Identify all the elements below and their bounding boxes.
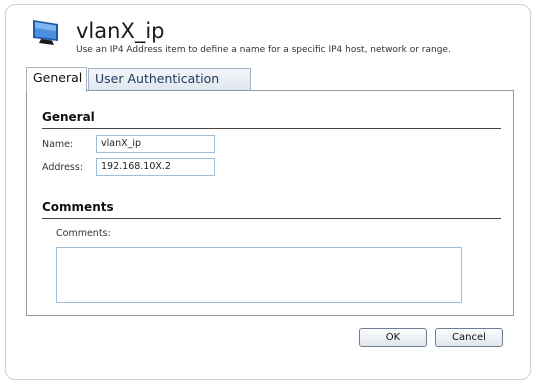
cancel-button[interactable]: Cancel	[435, 328, 503, 347]
comments-textarea[interactable]	[56, 247, 462, 303]
tab-panel: General Name: vlanX_ip Address: 192.168.…	[26, 90, 514, 316]
comments-label: Comments:	[56, 228, 111, 239]
name-field[interactable]: vlanX_ip	[96, 135, 215, 153]
tab-general[interactable]: General	[26, 67, 87, 92]
tab-user-authentication[interactable]: User Authentication	[88, 68, 251, 91]
comments-divider	[42, 218, 501, 219]
address-field[interactable]: 192.168.10X.2	[96, 158, 215, 176]
page-subtitle: Use an IP4 Address item to define a name…	[76, 45, 451, 55]
page-title: vlanX_ip	[76, 19, 165, 43]
comments-section-heading: Comments	[42, 200, 114, 214]
general-section-heading: General	[42, 110, 95, 124]
general-divider	[42, 128, 501, 129]
monitor-icon	[33, 20, 58, 45]
address-label: Address:	[42, 162, 84, 173]
ok-button[interactable]: OK	[359, 328, 427, 347]
name-label: Name:	[42, 139, 74, 150]
